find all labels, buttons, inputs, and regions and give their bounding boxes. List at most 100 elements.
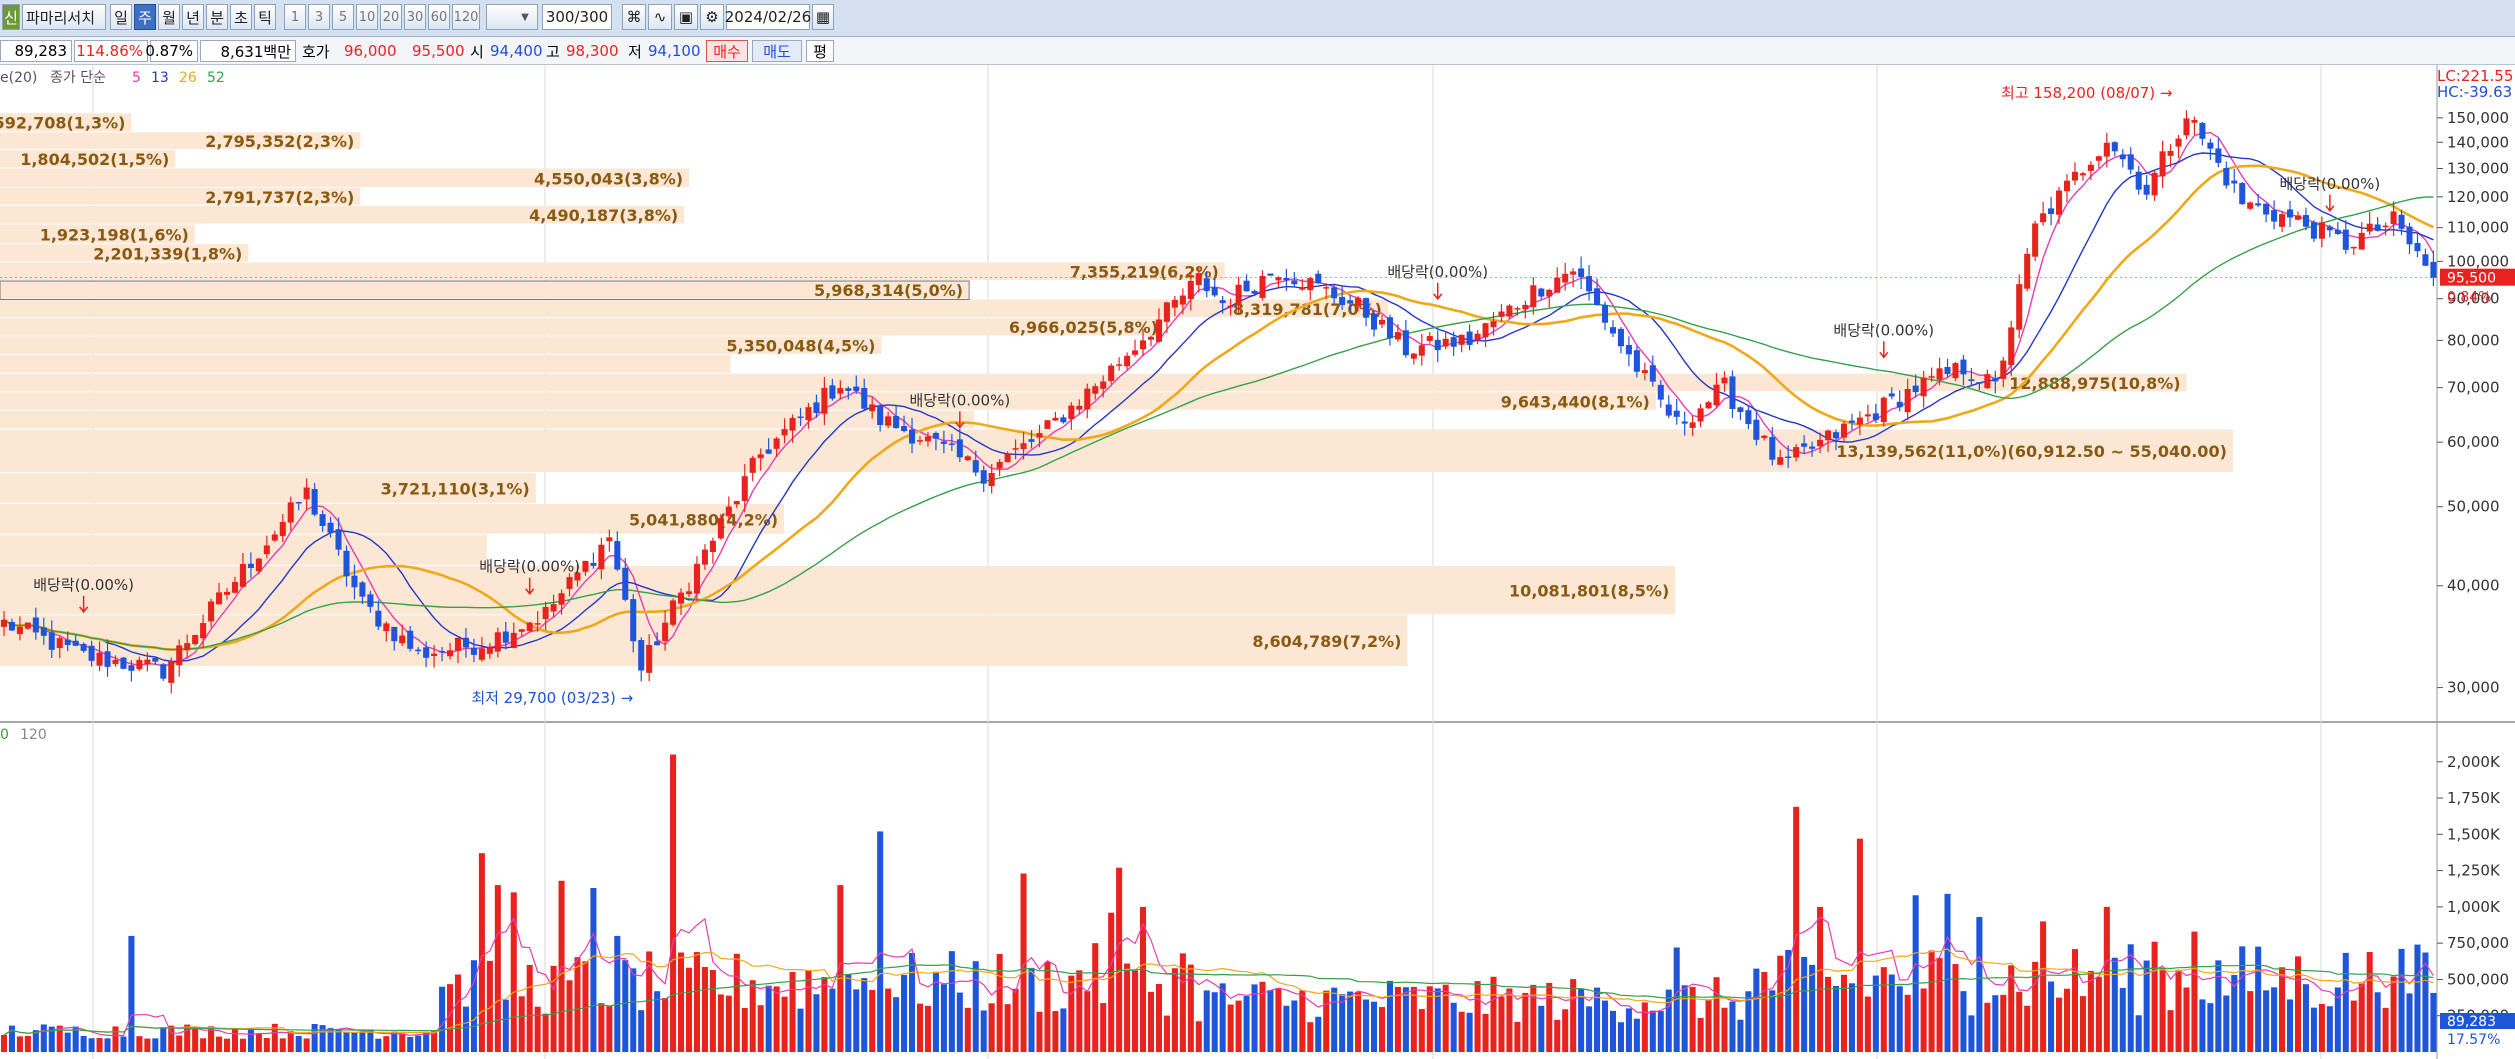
- candle-body-288: [2294, 215, 2302, 220]
- calendar-icon[interactable]: ▦: [812, 4, 834, 30]
- interval-button-1[interactable]: 1: [284, 4, 306, 30]
- profile-label-21: 10,081,801(8,5%): [1509, 582, 1669, 601]
- candle-body-183: [1458, 334, 1465, 345]
- candle-body-119: [948, 443, 955, 445]
- volume-bar-60: [478, 853, 485, 1052]
- interval-button-30[interactable]: 30: [404, 4, 426, 30]
- volume-bar-301: [2398, 948, 2405, 1052]
- volume-bar-2: [16, 1036, 23, 1052]
- sell-button[interactable]: 매도: [752, 40, 802, 62]
- candle-body-165: [1315, 273, 1322, 284]
- period-tab-0[interactable]: 일: [110, 4, 132, 30]
- candle-body-76: [606, 537, 613, 542]
- save-icon[interactable]: ▣: [674, 4, 698, 30]
- gear-icon[interactable]: ⚙: [700, 4, 724, 30]
- chart-settings-icon[interactable]: ⌘: [622, 4, 646, 30]
- candle-body-171: [1363, 298, 1370, 318]
- volume-bar-137: [1092, 943, 1099, 1052]
- volume-bar-129: [1028, 967, 1035, 1052]
- volume-bar-62: [494, 885, 501, 1052]
- period-tab-4[interactable]: 분: [206, 4, 228, 30]
- period-tab-6[interactable]: 틱: [254, 4, 276, 30]
- candle-body-251: [2000, 360, 2007, 379]
- volume-bar-38: [303, 1038, 310, 1052]
- stock-icon[interactable]: 신: [2, 4, 20, 30]
- period-tab-1[interactable]: 주: [134, 4, 156, 30]
- candle-body-241: [1920, 377, 1927, 397]
- candle-body-58: [462, 637, 469, 648]
- buy-button[interactable]: 매수: [706, 40, 748, 62]
- date-input[interactable]: 2024/02/26: [725, 4, 811, 30]
- period-tab-5[interactable]: 초: [230, 4, 252, 30]
- volume-bar-135: [1076, 970, 1083, 1052]
- volume-bar-106: [845, 974, 852, 1052]
- candle-body-274: [2183, 118, 2190, 136]
- volume-bar-270: [2151, 941, 2158, 1052]
- candle-body-113: [901, 426, 908, 432]
- average-button[interactable]: 평: [806, 40, 834, 62]
- candle-body-122: [972, 460, 979, 473]
- volume-bar-216: [1721, 1007, 1728, 1052]
- candle-body-209: [1665, 404, 1672, 416]
- volume-bar-111: [885, 988, 892, 1052]
- candle-body-143: [1139, 340, 1147, 350]
- candle-body-46: [367, 594, 374, 607]
- line-tool-icon[interactable]: ∿: [648, 4, 672, 30]
- profile-label-0: 1,592,708(1,3%): [0, 114, 125, 133]
- volume-bar-254: [2024, 1005, 2031, 1052]
- volume-bar-140: [1116, 867, 1123, 1052]
- candle-body-200: [1594, 288, 1601, 306]
- price-tick-label-7: 80,000: [2447, 331, 2500, 349]
- period-tab-3[interactable]: 년: [182, 4, 204, 30]
- candle-body-86: [685, 591, 693, 595]
- interval-button-120[interactable]: 120: [452, 4, 480, 30]
- dividend-label-1: 배당락(0.00%): [479, 558, 580, 576]
- candle-body-56: [447, 650, 454, 657]
- volume-bar-5: [40, 1024, 47, 1052]
- volume-bar-27: [216, 1036, 223, 1052]
- candle-body-162: [1291, 280, 1298, 285]
- toolbar: 신 파마리서치 ▼ 300/300 ⌘ ∿ ▣ ⚙ 2024/02/26 ▦ 일…: [0, 0, 2515, 37]
- count-value: 300: [545, 8, 575, 26]
- volume-bar-109: [869, 989, 876, 1052]
- interval-dropdown[interactable]: ▼: [486, 4, 538, 30]
- interval-button-10[interactable]: 10: [356, 4, 378, 30]
- profile-label-7: 2,201,339(1,8%): [93, 244, 242, 263]
- volume-bar-214: [1705, 999, 1712, 1052]
- count-input[interactable]: 300/300: [542, 4, 612, 30]
- interval-button-5[interactable]: 5: [332, 4, 354, 30]
- candle-body-89: [709, 540, 716, 552]
- candle-body-109: [869, 404, 876, 412]
- candle-body-291: [2318, 222, 2325, 239]
- volume-bar-277: [2207, 1003, 2214, 1052]
- volume-bar-250: [1992, 995, 1999, 1052]
- stock-name-field[interactable]: 파마리서치: [22, 4, 106, 30]
- interval-button-20[interactable]: 20: [380, 4, 402, 30]
- high-price: 98,300: [566, 42, 619, 60]
- volume-bar-57: [454, 974, 462, 1052]
- candle-body-297: [2366, 223, 2373, 232]
- candle-body-152: [1211, 287, 1218, 296]
- candle-body-215: [1713, 384, 1720, 406]
- volume-bar-3: [24, 1035, 31, 1052]
- candle-body-19: [152, 657, 159, 662]
- candle-body-186: [1482, 323, 1489, 338]
- current-volume-ratio: 17.57%: [2447, 1032, 2500, 1048]
- volume-bar-107: [853, 989, 860, 1052]
- interval-button-3[interactable]: 3: [308, 4, 330, 30]
- period-tab-2[interactable]: 월: [158, 4, 180, 30]
- candle-body-247: [1968, 379, 1975, 381]
- volume-bar-88: [701, 967, 708, 1052]
- volume-bar-209: [1665, 989, 1672, 1052]
- candle-body-268: [2135, 171, 2142, 190]
- candle-body-17: [136, 659, 143, 670]
- volume-bar-271: [2159, 968, 2166, 1052]
- candle-body-205: [1633, 350, 1640, 372]
- stock-chart[interactable]: 1,592,708(1,3%) 2,795,352(2,3%) 1,804,502(…: [0, 65, 2515, 1059]
- volume-bar-242: [1928, 950, 1935, 1052]
- interval-button-60[interactable]: 60: [428, 4, 450, 30]
- candle-body-261: [2079, 173, 2086, 176]
- volume-bar-66: [526, 964, 533, 1052]
- volume-bar-294: [2342, 952, 2349, 1052]
- candle-body-140: [1116, 364, 1123, 366]
